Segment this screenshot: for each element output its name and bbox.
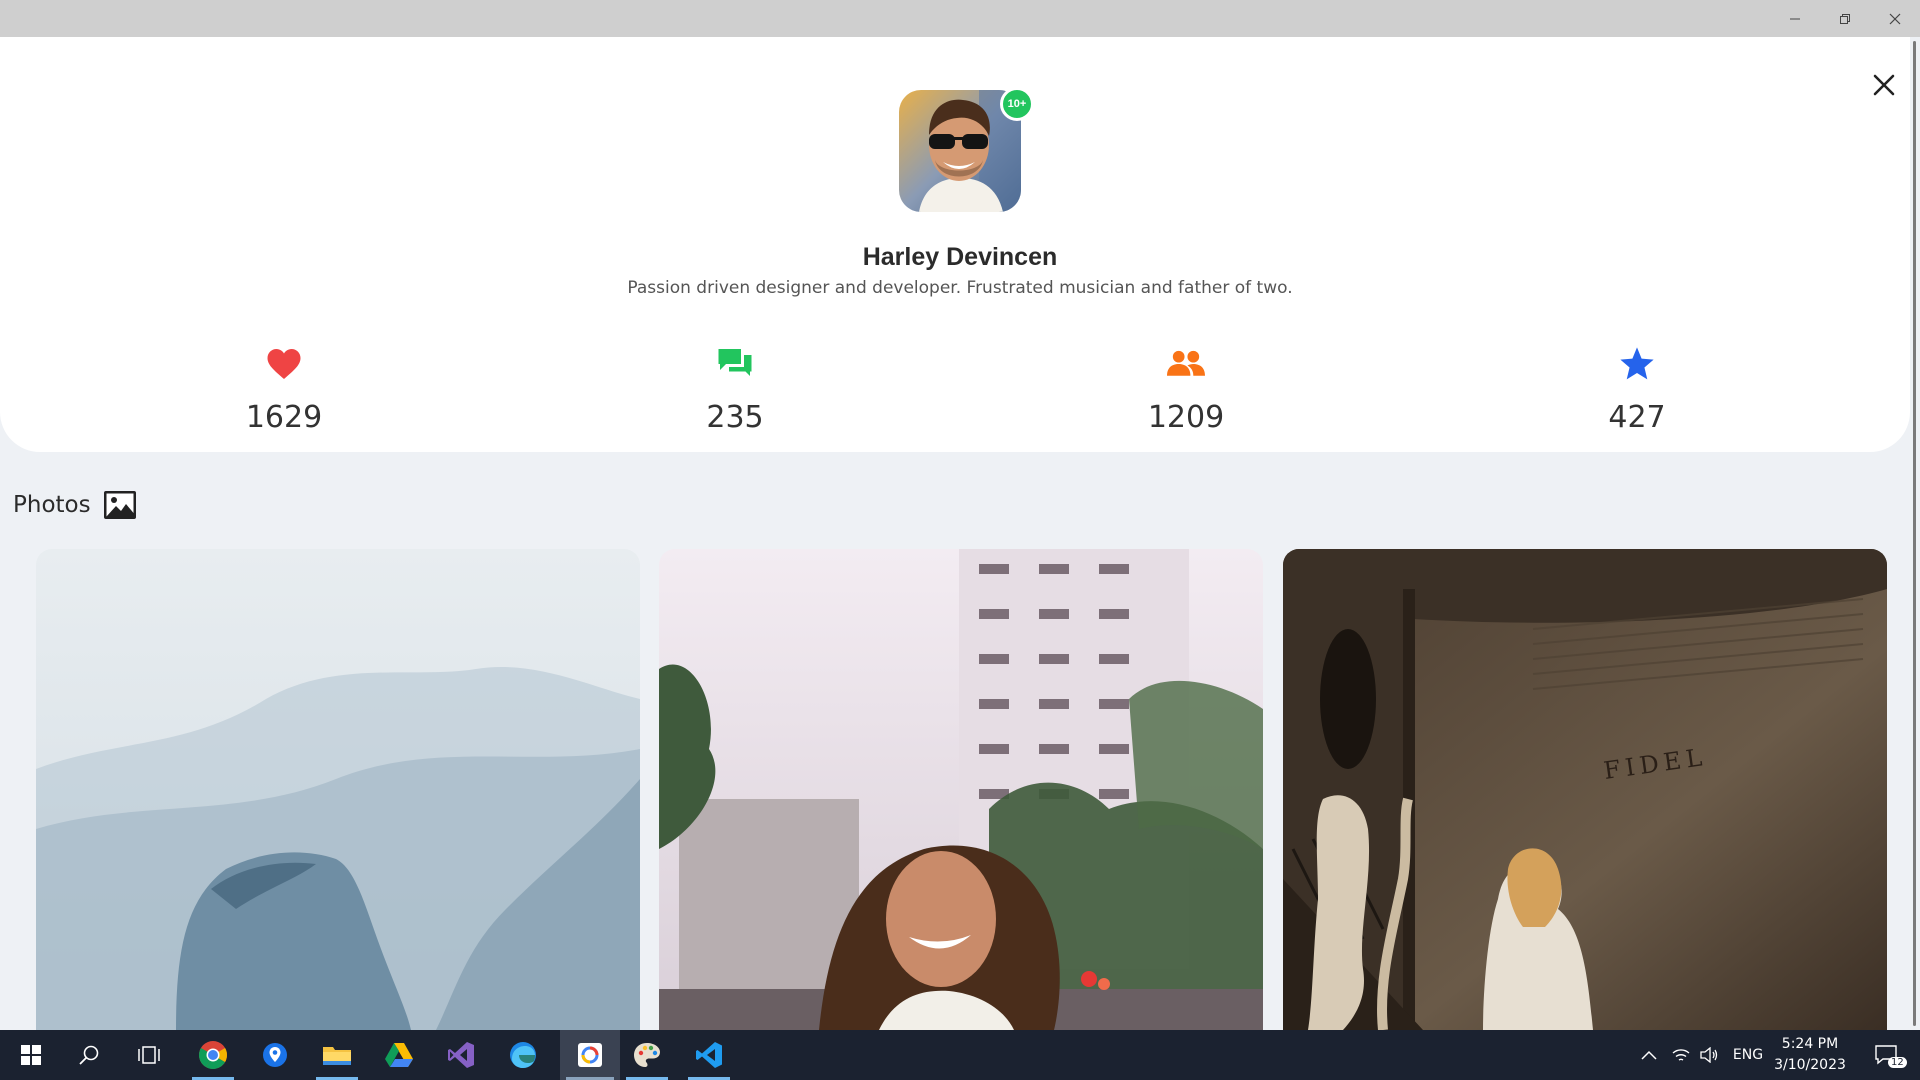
app-icon bbox=[578, 1043, 602, 1067]
stat-favorites[interactable]: 427 bbox=[1537, 344, 1737, 435]
stat-comments[interactable]: 235 bbox=[635, 344, 835, 435]
window-close-button[interactable] bbox=[1870, 0, 1920, 37]
window-title-bar bbox=[0, 0, 1920, 37]
taskbar-maps[interactable] bbox=[250, 1030, 300, 1080]
start-button[interactable] bbox=[6, 1030, 56, 1080]
stat-friends[interactable]: 1209 bbox=[1086, 344, 1286, 435]
volume-button[interactable] bbox=[1696, 1030, 1722, 1080]
wifi-icon bbox=[1672, 1049, 1690, 1061]
maps-icon bbox=[263, 1043, 287, 1067]
taskbar-edge[interactable] bbox=[498, 1030, 548, 1080]
clock[interactable]: 5:24 PM 3/10/2023 bbox=[1760, 1034, 1860, 1076]
stat-likes[interactable]: 1629 bbox=[184, 344, 384, 435]
profile-bio: Passion driven designer and developer. F… bbox=[627, 278, 1293, 298]
tray-overflow-button[interactable] bbox=[1636, 1030, 1662, 1080]
start-icon bbox=[21, 1045, 41, 1065]
photos-title: Photos bbox=[13, 492, 91, 518]
speaker-icon bbox=[1700, 1047, 1718, 1063]
star-icon bbox=[1620, 347, 1654, 380]
taskbar-active-app[interactable] bbox=[560, 1030, 620, 1080]
status-badge: 10+ bbox=[1000, 87, 1034, 121]
taskbar: ENG 5:24 PM 3/10/2023 12 bbox=[0, 1030, 1920, 1080]
network-button[interactable] bbox=[1668, 1030, 1694, 1080]
stat-likes-value: 1629 bbox=[245, 400, 323, 435]
file-explorer-icon bbox=[323, 1047, 351, 1065]
taskbar-chrome[interactable] bbox=[188, 1030, 238, 1080]
restore-icon bbox=[1840, 13, 1850, 24]
clock-date: 3/10/2023 bbox=[1774, 1057, 1846, 1073]
image-icon bbox=[103, 491, 136, 519]
taskbar-file-explorer[interactable] bbox=[312, 1030, 362, 1080]
profile-name: Harley Devincen bbox=[862, 243, 1058, 271]
chat-icon bbox=[718, 349, 752, 376]
edge-icon bbox=[510, 1042, 536, 1068]
taskbar-google-drive[interactable] bbox=[374, 1030, 424, 1080]
stat-favorites-value: 427 bbox=[1608, 400, 1666, 435]
restore-button[interactable] bbox=[1820, 0, 1870, 37]
vscode-icon bbox=[696, 1042, 722, 1068]
minimize-button[interactable] bbox=[1770, 0, 1820, 37]
clock-time: 5:24 PM bbox=[1781, 1036, 1839, 1052]
close-icon bbox=[1889, 13, 1901, 24]
search-icon bbox=[79, 1045, 99, 1065]
notifications-button[interactable]: 12 bbox=[1866, 1030, 1907, 1080]
taskbar-visual-studio[interactable] bbox=[436, 1030, 486, 1080]
people-icon bbox=[1167, 350, 1205, 376]
photos-header: Photos bbox=[13, 490, 137, 520]
chevron-up-icon bbox=[1641, 1050, 1657, 1060]
profile-close-button[interactable] bbox=[1866, 67, 1902, 103]
minimize-icon bbox=[1790, 18, 1800, 19]
photo-misty-mountains[interactable] bbox=[36, 549, 640, 1030]
profile-card: 10+ Harley Devincen Passion driven desig… bbox=[0, 37, 1910, 452]
stat-friends-value: 1209 bbox=[1147, 400, 1225, 435]
avatar-container[interactable]: 10+ bbox=[899, 87, 1034, 212]
photo-woman-statue[interactable]: FIDEL bbox=[1283, 549, 1887, 1030]
visual-studio-icon bbox=[448, 1042, 474, 1068]
search-button[interactable] bbox=[64, 1030, 114, 1080]
task-view-button[interactable] bbox=[124, 1030, 174, 1080]
scrollbar[interactable] bbox=[1910, 37, 1920, 1030]
heart-icon bbox=[267, 349, 301, 379]
chrome-icon bbox=[199, 1041, 227, 1069]
task-view-icon bbox=[138, 1046, 160, 1064]
taskbar-paint[interactable] bbox=[622, 1030, 672, 1080]
close-icon bbox=[1873, 74, 1895, 96]
google-drive-icon bbox=[385, 1043, 413, 1067]
paint-icon bbox=[634, 1043, 660, 1067]
scrollbar-thumb[interactable] bbox=[1913, 41, 1916, 1026]
taskbar-vscode[interactable] bbox=[684, 1030, 734, 1080]
photo-smiling-woman[interactable] bbox=[659, 549, 1263, 1030]
notification-count-badge: 12 bbox=[1888, 1057, 1907, 1068]
stat-comments-value: 235 bbox=[706, 400, 764, 435]
